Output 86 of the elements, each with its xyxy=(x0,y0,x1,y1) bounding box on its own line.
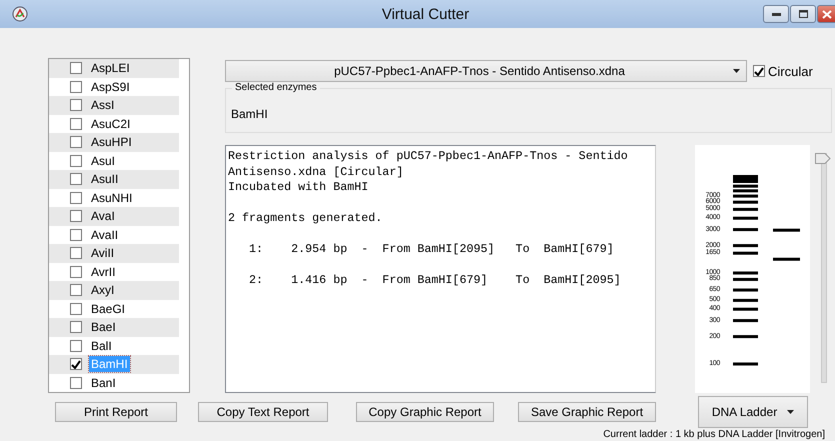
checkmark-icon xyxy=(71,360,81,369)
enzyme-item[interactable]: AsuI xyxy=(49,152,179,170)
checkbox[interactable] xyxy=(70,284,82,296)
checkbox[interactable] xyxy=(70,358,82,370)
enzyme-name: BaeI xyxy=(90,319,117,336)
status-text: Current ladder : 1 kb plus DNA Ladder [Invitrogen] xyxy=(602,429,826,440)
enzyme-item[interactable]: AspS9I xyxy=(49,78,179,96)
caret-icon xyxy=(787,410,794,414)
enzyme-name: BalI xyxy=(90,338,113,354)
checkbox[interactable] xyxy=(753,65,765,77)
enzyme-name: AvaI xyxy=(90,208,116,224)
checkbox[interactable] xyxy=(70,321,82,334)
checkbox[interactable] xyxy=(70,154,82,167)
checkbox[interactable] xyxy=(70,228,82,241)
report-line: Restriction analysis of pUC57-Ppbec1-AnAFP-Tnos - Sentido xyxy=(228,149,629,164)
enzyme-item[interactable]: BalI xyxy=(49,336,179,355)
enzyme-item[interactable]: AsuNHI xyxy=(49,188,179,207)
enzyme-name: AsuC2I xyxy=(90,116,132,132)
enzyme-item[interactable]: AspLEI xyxy=(49,59,179,78)
report-line: Incubated with BamHI xyxy=(228,180,370,196)
window-title: Virtual Cutter xyxy=(380,6,470,22)
enzyme-item[interactable]: AvaI xyxy=(49,207,179,226)
checkbox[interactable] xyxy=(70,302,82,315)
checkbox[interactable] xyxy=(70,210,82,222)
close-button[interactable] xyxy=(817,5,835,23)
selected-enzymes-text: BamHI xyxy=(231,107,268,121)
enzyme-item[interactable]: AsuC2I xyxy=(49,114,179,133)
close-icon xyxy=(822,10,832,18)
checkbox[interactable] xyxy=(70,247,82,260)
enzyme-name: AssI xyxy=(90,97,116,114)
report-line: Antisenso.xdna [Circular] xyxy=(228,164,404,180)
enzyme-name: AxyI xyxy=(90,282,116,298)
enzyme-item[interactable]: AxyI xyxy=(49,281,179,300)
enzyme-name: BamHI xyxy=(89,356,130,372)
ladder-dropdown[interactable]: DNA Ladder xyxy=(698,396,808,428)
enzyme-item[interactable]: AsuII xyxy=(49,170,179,188)
action-button[interactable]: Save Graphic Report xyxy=(518,402,656,422)
enzyme-item[interactable]: BanI xyxy=(49,374,179,392)
checkmark-icon xyxy=(754,66,764,76)
enzyme-name: AsuNHI xyxy=(90,190,134,206)
enzyme-name: AvrII xyxy=(90,264,116,280)
enzyme-item[interactable]: AsuHPI xyxy=(49,133,179,152)
app-icon xyxy=(12,6,28,22)
report-text-area[interactable] xyxy=(225,145,656,393)
caret-icon xyxy=(733,69,740,73)
enzyme-item[interactable]: AviII xyxy=(49,244,179,262)
minimize-icon xyxy=(772,12,780,16)
checkbox[interactable] xyxy=(70,340,82,352)
enzyme-name: AviII xyxy=(90,245,116,262)
checkbox[interactable] xyxy=(70,173,82,186)
checkbox[interactable] xyxy=(70,99,82,112)
circular-checkbox[interactable]: Circular xyxy=(753,64,813,78)
enzyme-name: BaeGI xyxy=(90,300,126,317)
enzyme-name: AspS9I xyxy=(90,78,131,95)
checkbox[interactable] xyxy=(70,62,82,74)
checkbox-label: Circular xyxy=(768,64,813,78)
checkbox[interactable] xyxy=(70,266,82,278)
checkbox[interactable] xyxy=(70,136,82,148)
action-button[interactable]: Copy Text Report xyxy=(198,402,328,422)
enzyme-name: AsuII xyxy=(90,171,120,188)
enzyme-item[interactable]: AvrII xyxy=(49,262,179,281)
enzyme-item[interactable]: AssI xyxy=(49,96,179,114)
maximize-icon xyxy=(798,10,808,18)
enzyme-item[interactable]: BaeGI xyxy=(49,300,179,318)
enzyme-name: AspLEI xyxy=(90,60,131,76)
checkbox[interactable] xyxy=(70,192,82,204)
minimize-button[interactable] xyxy=(763,5,789,23)
enzyme-name: AsuI xyxy=(90,152,116,169)
enzyme-name: AvaII xyxy=(90,226,120,243)
enzyme-item[interactable]: AvaII xyxy=(49,226,179,244)
enzyme-name: AsuHPI xyxy=(90,134,133,150)
slider-thumb[interactable] xyxy=(815,153,831,164)
checkbox[interactable] xyxy=(70,118,82,130)
action-button[interactable]: Print Report xyxy=(55,402,177,422)
file-dropdown[interactable]: pUC57-Ppbec1-AnAFP-Tnos - Sentido Antisenso.xdna xyxy=(225,60,747,82)
checkbox[interactable] xyxy=(70,376,82,389)
fragment-line: 2: 1.416 bp - From BamHI[679] To BamHI[2095] xyxy=(248,273,622,288)
action-button[interactable]: Copy Graphic Report xyxy=(356,402,494,422)
report-line: 2 fragments generated. xyxy=(228,211,384,226)
enzyme-name: BanI xyxy=(90,374,117,391)
maximize-button[interactable] xyxy=(790,5,816,23)
fragment-line: 1: 2.954 bp - From BamHI[2095] To BamHI[679] xyxy=(248,242,615,258)
checkbox[interactable] xyxy=(70,80,82,93)
enzyme-item[interactable]: BaeI xyxy=(49,318,179,336)
group-legend: Selected enzymes xyxy=(232,82,320,93)
sample-bands-drawing xyxy=(773,228,800,261)
